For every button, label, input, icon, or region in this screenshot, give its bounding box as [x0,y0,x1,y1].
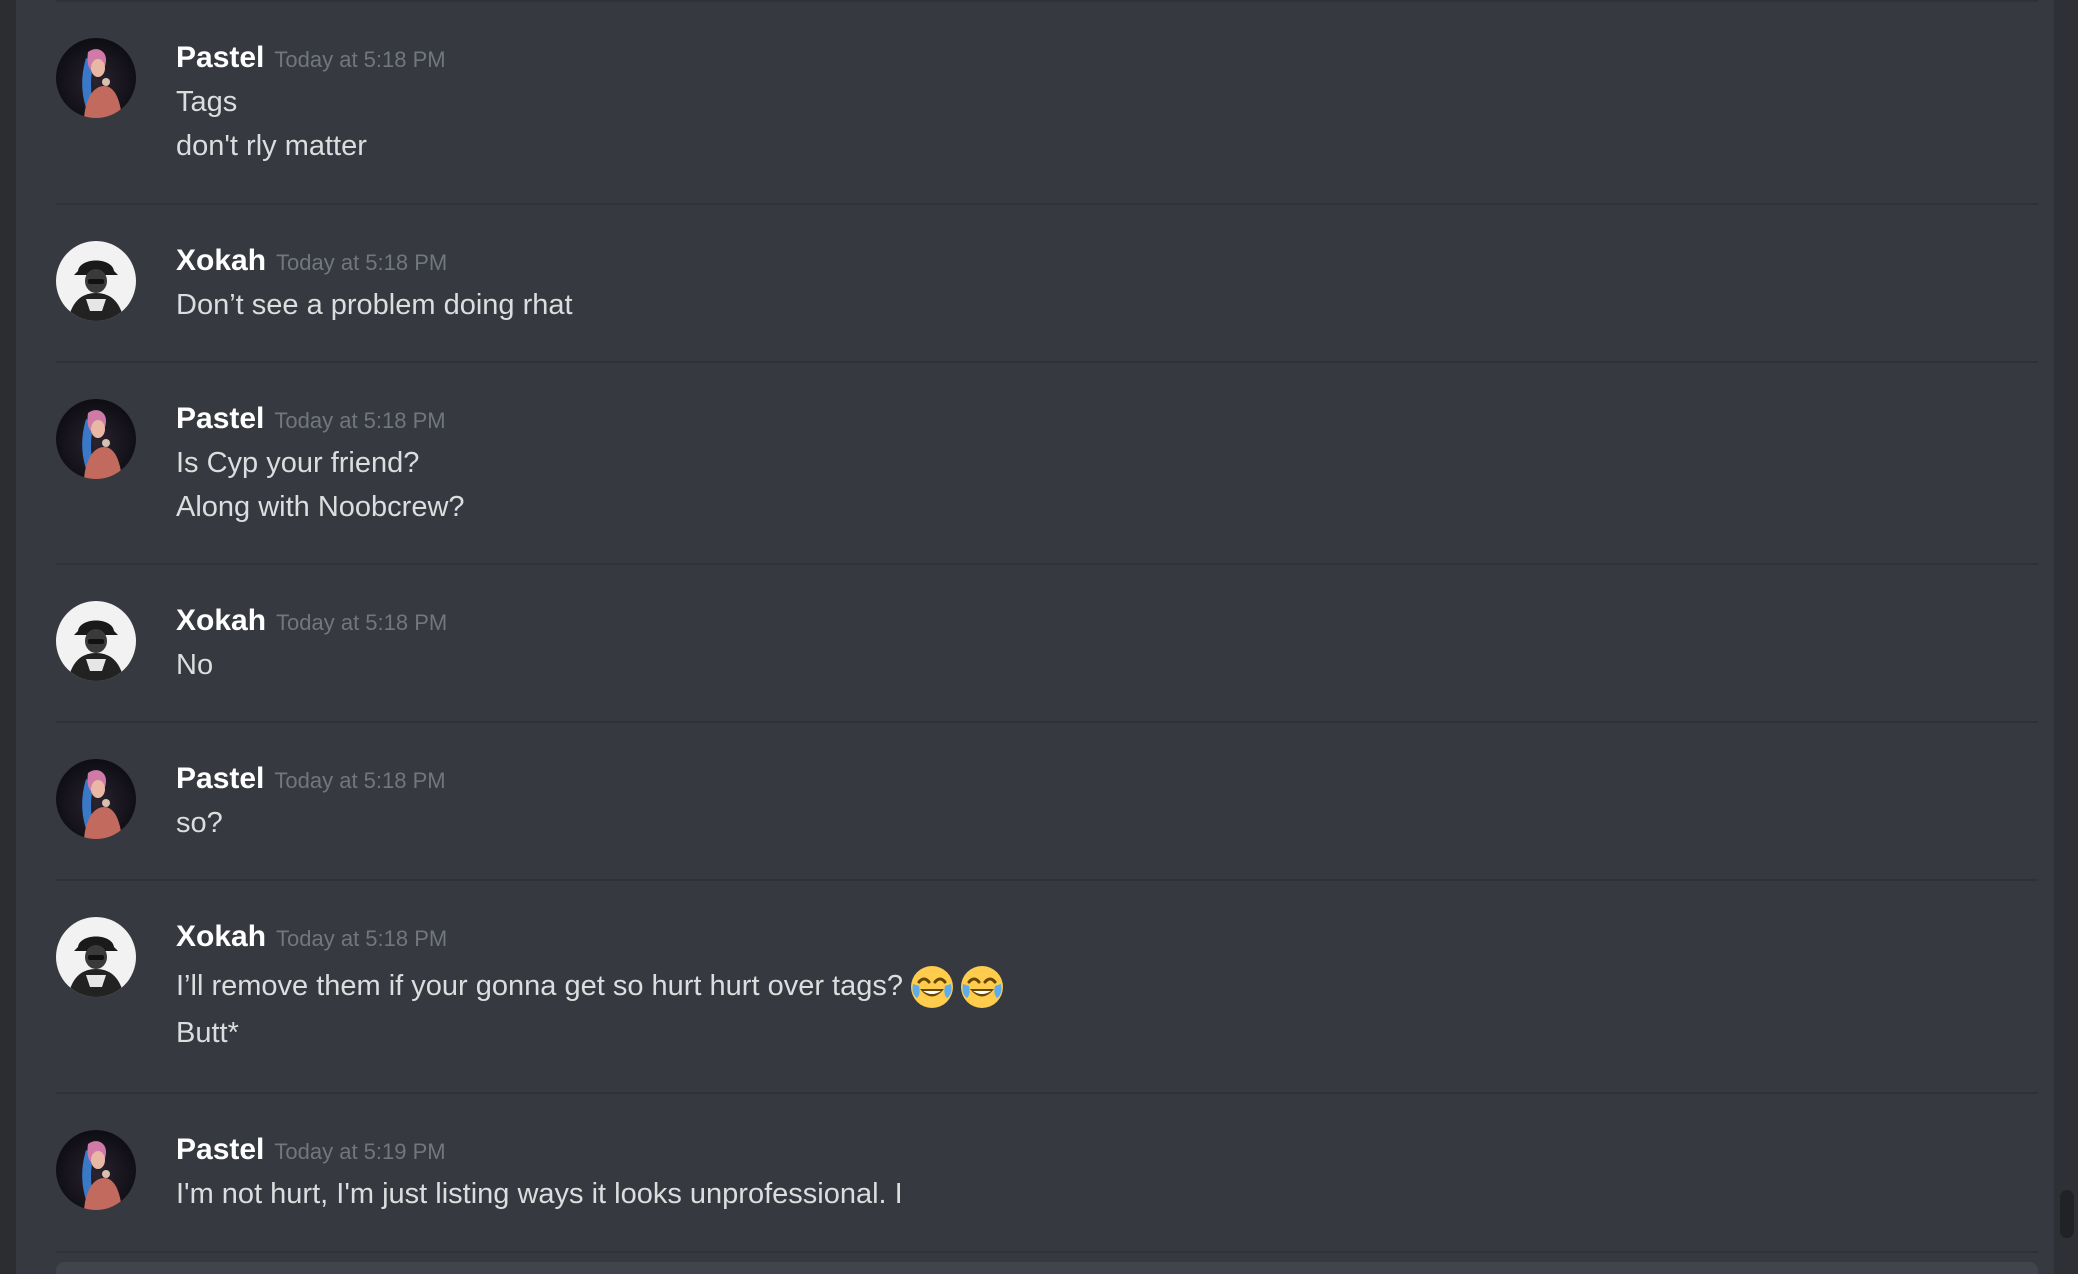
message-header: Pastel Today at 5:18 PM [176,36,446,80]
username[interactable]: Xokah [176,604,266,637]
message-group: Xokah Today at 5:18 PM I’ll remove them i… [56,881,2038,1094]
message-group: Pastel Today at 5:19 PM I'm not hurt, I'm… [56,1094,2038,1253]
message-list: Pastel Today at 5:18 PM Tags don't rly ma… [56,2,2038,1253]
message-header: Pastel Today at 5:18 PM [176,757,446,801]
message-content: I’ll remove them if your gonna get so hu… [176,961,1005,1055]
xokah-avatar-icon[interactable] [56,241,136,321]
xokah-avatar-icon[interactable] [56,917,136,997]
message-line: Along with Noobcrew? [176,491,465,523]
username[interactable]: Xokah [176,244,266,277]
message-group: Pastel Today at 5:18 PM so? [56,723,2038,881]
message-header: Pastel Today at 5:18 PM [176,397,446,441]
timestamp: Today at 5:18 PM [276,250,448,275]
message-line: Butt* [176,1017,239,1049]
username[interactable]: Xokah [176,920,266,953]
scrollbar-thumb[interactable] [2060,1190,2074,1238]
message-line: so? [176,807,223,839]
left-panel-edge [0,0,16,1274]
message-composer[interactable] [56,1262,2038,1274]
username[interactable]: Pastel [176,1133,264,1166]
message-line: don't rly matter [176,130,367,162]
pastel-avatar-icon[interactable] [56,759,136,839]
pastel-avatar-icon[interactable] [56,1130,136,1210]
chat-viewport: Pastel Today at 5:18 PM Tags don't rly ma… [0,0,2078,1274]
message-line: No [176,649,214,681]
timestamp: Today at 5:19 PM [274,1139,446,1164]
message-content: Is Cyp your friend? Along with Noobcrew? [176,441,465,529]
username[interactable]: Pastel [176,41,264,74]
message-line: I’ll remove them if your gonna get so hu… [176,961,1005,1011]
message-line: Is Cyp your friend? [176,447,420,479]
pastel-avatar-icon[interactable] [56,399,136,479]
message-content: Tags don't rly matter [176,80,367,168]
message-group: Pastel Today at 5:18 PM Tags don't rly ma… [56,2,2038,205]
message-content: Don’t see a problem doing rhat [176,283,573,327]
timestamp: Today at 5:18 PM [276,926,448,951]
message-header: Pastel Today at 5:19 PM [176,1128,446,1172]
message-line-text: I’ll remove them if your gonna get so hu… [176,970,903,1002]
xokah-avatar-icon[interactable] [56,601,136,681]
message-line: Don’t see a problem doing rhat [176,289,573,321]
joy-emoji-icon[interactable] [959,964,1005,1010]
timestamp: Today at 5:18 PM [274,408,446,433]
username[interactable]: Pastel [176,402,264,435]
message-content: No [176,643,213,687]
message-group: Pastel Today at 5:18 PM Is Cyp your frien… [56,363,2038,565]
message-content: so? [176,801,223,845]
message-header: Xokah Today at 5:18 PM [176,599,447,643]
timestamp: Today at 5:18 PM [276,610,448,635]
message-content: I'm not hurt, I'm just listing ways it l… [176,1172,903,1216]
joy-emoji-icon[interactable] [909,964,955,1010]
message-line: Tags [176,86,238,118]
message-group: Xokah Today at 5:18 PM No [56,565,2038,723]
message-group: Xokah Today at 5:18 PM Don’t see a proble… [56,205,2038,363]
message-header: Xokah Today at 5:18 PM [176,915,447,959]
timestamp: Today at 5:18 PM [274,47,446,72]
scrollbar-track[interactable] [2054,0,2078,1274]
username[interactable]: Pastel [176,762,264,795]
pastel-avatar-icon[interactable] [56,38,136,118]
timestamp: Today at 5:18 PM [274,768,446,793]
message-header: Xokah Today at 5:18 PM [176,239,447,283]
message-line: I'm not hurt, I'm just listing ways it l… [176,1178,903,1210]
